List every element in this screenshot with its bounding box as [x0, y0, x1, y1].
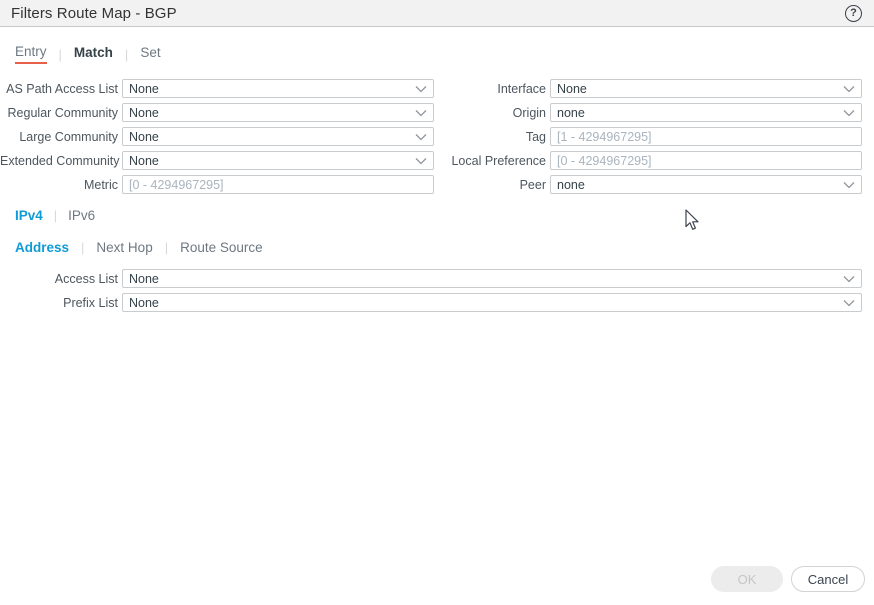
field-label: Peer: [519, 177, 546, 192]
field-row: Metric: [0, 175, 434, 194]
tab-separator: |: [81, 240, 85, 255]
select-value: None: [129, 295, 159, 310]
select-value: None: [129, 271, 159, 286]
field-row: Access List None: [0, 269, 862, 288]
local-preference-input[interactable]: [550, 151, 862, 170]
ip-version-tabbar: IPv4 | IPv6: [15, 208, 874, 223]
field-label: Local Preference: [451, 153, 546, 168]
tab-entry[interactable]: Entry: [15, 44, 47, 64]
tab-separator: |: [124, 46, 129, 62]
tab-set[interactable]: Set: [140, 45, 160, 63]
chevron-down-icon: [415, 85, 427, 93]
field-label: Regular Community: [7, 105, 118, 120]
field-row: AS Path Access List None: [0, 79, 434, 98]
field-row: Interface None: [434, 79, 862, 98]
origin-select[interactable]: none: [550, 103, 862, 122]
chevron-down-icon: [843, 85, 855, 93]
field-label: Interface: [497, 81, 546, 96]
field-row: Regular Community None: [0, 103, 434, 122]
tab-ipv6[interactable]: IPv6: [68, 208, 95, 223]
tab-separator: |: [164, 240, 169, 255]
match-form-right-column: Interface None Origin none Tag Local Pre…: [434, 79, 874, 199]
field-row: Tag: [434, 127, 862, 146]
tab-address[interactable]: Address: [15, 240, 69, 255]
cancel-button[interactable]: Cancel: [791, 566, 865, 592]
help-icon[interactable]: ?: [845, 4, 862, 22]
tab-route-source[interactable]: Route Source: [180, 240, 263, 255]
tab-separator: |: [53, 208, 58, 223]
field-row: Local Preference: [434, 151, 862, 170]
tab-ipv4[interactable]: IPv4: [15, 208, 43, 223]
field-label: Tag: [525, 129, 546, 144]
ok-button[interactable]: OK: [711, 566, 783, 592]
filters-route-map-dialog: Filters Route Map - BGP ? Entry | Match …: [0, 0, 874, 605]
select-value: None: [129, 153, 159, 168]
field-label: Large Community: [19, 129, 118, 144]
field-label: Prefix List: [63, 295, 118, 310]
field-label: AS Path Access List: [6, 81, 118, 96]
select-value: None: [129, 105, 159, 120]
field-label: Metric: [83, 177, 118, 192]
ipv4-subtabbar: Address | Next Hop | Route Source: [15, 240, 874, 255]
select-value: None: [129, 81, 159, 96]
metric-input[interactable]: [122, 175, 434, 194]
dialog-header: Filters Route Map - BGP ?: [0, 0, 874, 27]
field-row: Origin none: [434, 103, 862, 122]
as-path-access-list-select[interactable]: None: [122, 79, 434, 98]
chevron-down-icon: [843, 299, 855, 307]
dialog-footer: OK Cancel: [711, 566, 865, 592]
field-row: Peer none: [434, 175, 862, 194]
regular-community-select[interactable]: None: [122, 103, 434, 122]
field-label: Origin: [512, 105, 546, 120]
field-label: Extended Community: [0, 153, 120, 168]
extended-community-select[interactable]: None: [122, 151, 434, 170]
large-community-select[interactable]: None: [122, 127, 434, 146]
field-row: Extended Community None: [0, 151, 434, 170]
select-value: none: [557, 177, 585, 192]
chevron-down-icon: [415, 109, 427, 117]
field-row: Large Community None: [0, 127, 434, 146]
chevron-down-icon: [843, 275, 855, 283]
tab-separator: |: [58, 46, 62, 62]
match-form: AS Path Access List None Regular Communi…: [0, 79, 874, 199]
interface-select[interactable]: None: [550, 79, 862, 98]
tag-input[interactable]: [550, 127, 862, 146]
address-form: Access List None Prefix List None: [0, 269, 874, 312]
chevron-down-icon: [843, 181, 855, 189]
select-value: none: [557, 105, 585, 120]
select-value: None: [557, 81, 587, 96]
field-row: Prefix List None: [0, 293, 862, 312]
peer-select[interactable]: none: [550, 175, 862, 194]
chevron-down-icon: [415, 157, 427, 165]
tab-match[interactable]: Match: [74, 45, 113, 63]
select-value: None: [129, 129, 159, 144]
main-tabbar: Entry | Match | Set: [15, 44, 874, 64]
chevron-down-icon: [415, 133, 427, 141]
tab-next-hop[interactable]: Next Hop: [96, 240, 152, 255]
dialog-title: Filters Route Map - BGP: [11, 4, 177, 22]
match-form-left-column: AS Path Access List None Regular Communi…: [0, 79, 434, 199]
field-label: Access List: [54, 271, 118, 286]
prefix-list-select[interactable]: None: [122, 293, 862, 312]
access-list-select[interactable]: None: [122, 269, 862, 288]
chevron-down-icon: [843, 109, 855, 117]
